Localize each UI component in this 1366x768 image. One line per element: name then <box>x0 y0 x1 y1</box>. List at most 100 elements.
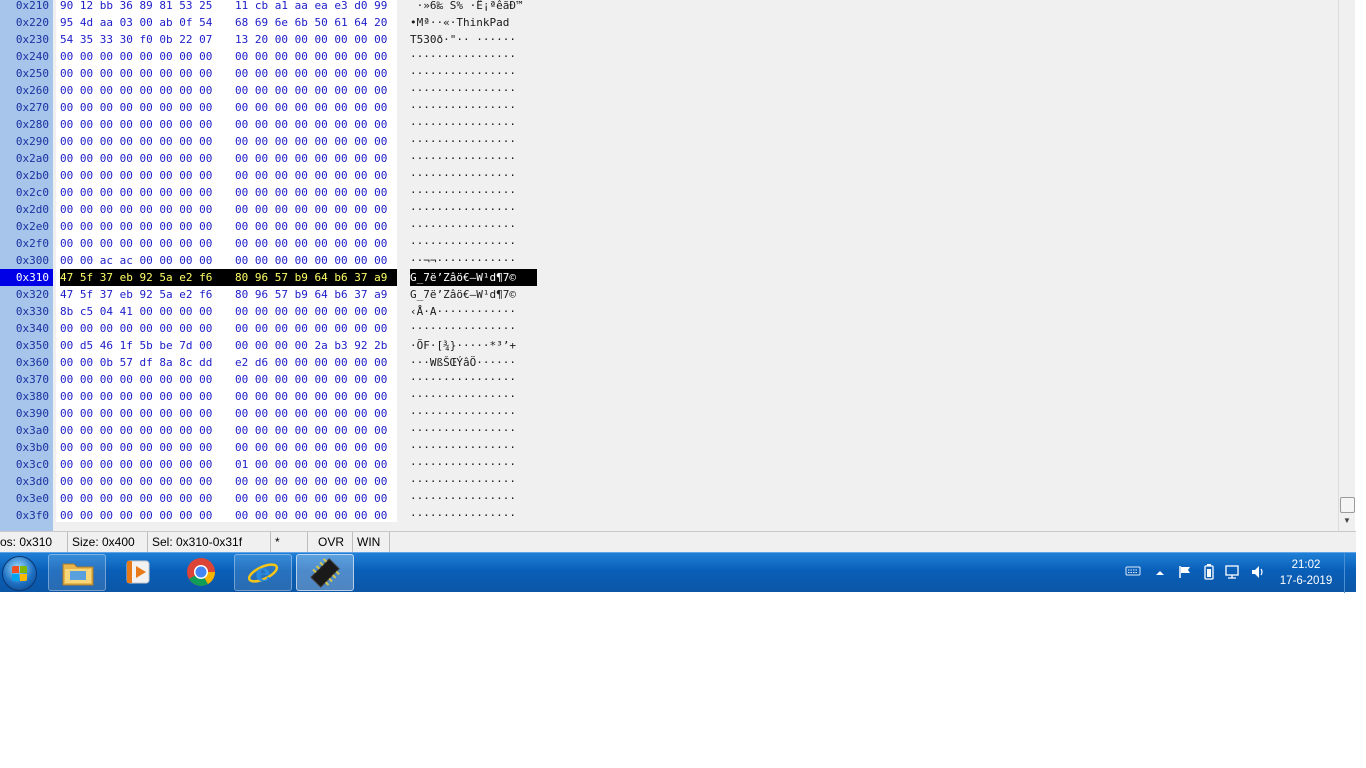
row-ascii[interactable]: ················ <box>410 473 516 490</box>
row-hex-bytes-1[interactable]: 90 12 bb 36 89 81 53 25 <box>60 0 212 14</box>
row-hex-bytes-2[interactable]: 00 00 00 00 00 00 00 00 <box>235 82 387 99</box>
hex-row[interactable]: 0x2d0 00 00 00 00 00 00 00 00 00 00 00 00 … <box>0 201 560 218</box>
row-hex-bytes-2[interactable]: 00 00 00 00 00 00 00 00 <box>235 439 387 456</box>
row-hex-bytes-2[interactable]: 00 00 00 00 00 00 00 00 <box>235 184 387 201</box>
row-hex-bytes-1[interactable]: 00 00 00 00 00 00 00 00 <box>60 48 212 65</box>
row-ascii[interactable]: ················ <box>410 422 516 439</box>
row-hex-bytes-2[interactable]: 00 00 00 00 00 00 00 00 <box>235 150 387 167</box>
row-hex-bytes-1[interactable]: 47 5f 37 eb 92 5a e2 f6 <box>60 269 212 286</box>
row-hex-bytes-1[interactable]: 00 00 00 00 00 00 00 00 <box>60 235 212 252</box>
hex-row[interactable]: 0x3e0 00 00 00 00 00 00 00 00 00 00 00 00 … <box>0 490 560 507</box>
hex-row[interactable]: 0x370 00 00 00 00 00 00 00 00 00 00 00 00 … <box>0 371 560 388</box>
row-ascii[interactable]: ·»6‰ S% ·Ë¡ªêãÐ™ <box>410 0 523 14</box>
row-hex-bytes-1[interactable]: 00 00 00 00 00 00 00 00 <box>60 82 212 99</box>
row-hex-bytes-1[interactable]: 00 00 00 00 00 00 00 00 <box>60 65 212 82</box>
row-ascii[interactable]: ················ <box>410 439 516 456</box>
hex-editor-view[interactable]: 0x210 90 12 bb 36 89 81 53 25 11 cb a1 aa … <box>0 0 1338 531</box>
row-ascii[interactable]: •Mª··«·ThinkPad <box>410 14 516 31</box>
volume-icon[interactable] <box>1250 564 1266 580</box>
row-ascii[interactable]: ‹Å·A············ <box>410 303 516 320</box>
hex-row[interactable]: 0x2b0 00 00 00 00 00 00 00 00 00 00 00 00 … <box>0 167 560 184</box>
row-hex-bytes-2[interactable]: 00 00 00 00 00 00 00 00 <box>235 507 387 524</box>
row-hex-bytes-1[interactable]: 00 00 00 00 00 00 00 00 <box>60 218 212 235</box>
row-hex-bytes-1[interactable]: 00 00 00 00 00 00 00 00 <box>60 116 212 133</box>
row-hex-bytes-1[interactable]: 00 00 00 00 00 00 00 00 <box>60 184 212 201</box>
hex-row[interactable]: 0x350 00 d5 46 1f 5b be 7d 00 00 00 00 00 … <box>0 337 560 354</box>
hex-row[interactable]: 0x380 00 00 00 00 00 00 00 00 00 00 00 00 … <box>0 388 560 405</box>
row-ascii[interactable]: ················ <box>410 320 516 337</box>
keyboard-icon[interactable] <box>1125 565 1141 577</box>
start-button[interactable] <box>0 554 40 592</box>
hex-row[interactable]: 0x230 54 35 33 30 f0 0b 22 07 13 20 00 00 … <box>0 31 560 48</box>
row-hex-bytes-2[interactable]: 80 96 57 b9 64 b6 37 a9 <box>235 286 387 303</box>
taskbar-file-explorer[interactable] <box>48 554 106 591</box>
row-ascii[interactable]: ················ <box>410 48 516 65</box>
row-hex-bytes-2[interactable]: 00 00 00 00 2a b3 92 2b <box>235 337 387 354</box>
scrollbar-thumb[interactable] <box>1340 497 1355 513</box>
row-ascii[interactable]: ················ <box>410 99 516 116</box>
row-hex-bytes-2[interactable]: 68 69 6e 6b 50 61 64 20 <box>235 14 387 31</box>
hex-row[interactable]: 0x3a0 00 00 00 00 00 00 00 00 00 00 00 00 … <box>0 422 560 439</box>
hex-row[interactable]: 0x2f0 00 00 00 00 00 00 00 00 00 00 00 00 … <box>0 235 560 252</box>
row-hex-bytes-1[interactable]: 95 4d aa 03 00 ab 0f 54 <box>60 14 212 31</box>
row-ascii[interactable]: ················ <box>410 388 516 405</box>
row-hex-bytes-2[interactable]: e2 d6 00 00 00 00 00 00 <box>235 354 387 371</box>
hex-row[interactable]: 0x3d0 00 00 00 00 00 00 00 00 00 00 00 00 … <box>0 473 560 490</box>
row-ascii[interactable]: ················ <box>410 133 516 150</box>
row-hex-bytes-1[interactable]: 00 00 00 00 00 00 00 00 <box>60 99 212 116</box>
row-hex-bytes-2[interactable]: 80 96 57 b9 64 b6 37 a9 <box>235 269 387 286</box>
row-ascii[interactable]: ················ <box>410 184 516 201</box>
row-hex-bytes-1[interactable]: 8b c5 04 41 00 00 00 00 <box>60 303 212 320</box>
network-icon[interactable] <box>1224 564 1242 580</box>
row-hex-bytes-1[interactable]: 54 35 33 30 f0 0b 22 07 <box>60 31 212 48</box>
row-hex-bytes-2[interactable]: 00 00 00 00 00 00 00 00 <box>235 218 387 235</box>
row-ascii[interactable]: ················ <box>410 82 516 99</box>
row-hex-bytes-2[interactable]: 00 00 00 00 00 00 00 00 <box>235 65 387 82</box>
row-ascii[interactable]: G_7ë’Zâö€–W¹d¶7© <box>410 269 516 286</box>
show-desktop-button[interactable] <box>1344 553 1356 593</box>
hex-row[interactable]: 0x220 95 4d aa 03 00 ab 0f 54 68 69 6e 6b … <box>0 14 560 31</box>
row-hex-bytes-2[interactable]: 00 00 00 00 00 00 00 00 <box>235 320 387 337</box>
row-hex-bytes-1[interactable]: 00 00 00 00 00 00 00 00 <box>60 150 212 167</box>
row-hex-bytes-2[interactable]: 00 00 00 00 00 00 00 00 <box>235 388 387 405</box>
row-hex-bytes-2[interactable]: 00 00 00 00 00 00 00 00 <box>235 48 387 65</box>
vertical-scrollbar[interactable]: ▼ <box>1338 0 1355 531</box>
hex-row[interactable]: 0x250 00 00 00 00 00 00 00 00 00 00 00 00 … <box>0 65 560 82</box>
row-hex-bytes-1[interactable]: 00 00 00 00 00 00 00 00 <box>60 507 212 524</box>
row-hex-bytes-2[interactable]: 13 20 00 00 00 00 00 00 <box>235 31 387 48</box>
row-hex-bytes-1[interactable]: 00 00 00 00 00 00 00 00 <box>60 473 212 490</box>
flag-icon[interactable] <box>1178 565 1192 579</box>
row-hex-bytes-2[interactable]: 00 00 00 00 00 00 00 00 <box>235 422 387 439</box>
row-hex-bytes-1[interactable]: 00 00 00 00 00 00 00 00 <box>60 371 212 388</box>
row-hex-bytes-2[interactable]: 00 00 00 00 00 00 00 00 <box>235 490 387 507</box>
hex-row[interactable]: 0x290 00 00 00 00 00 00 00 00 00 00 00 00 … <box>0 133 560 150</box>
taskbar-chrome[interactable] <box>172 554 230 591</box>
hex-row[interactable]: 0x3b0 00 00 00 00 00 00 00 00 00 00 00 00 … <box>0 439 560 456</box>
row-hex-bytes-1[interactable]: 00 00 00 00 00 00 00 00 <box>60 439 212 456</box>
row-hex-bytes-1[interactable]: 00 d5 46 1f 5b be 7d 00 <box>60 337 212 354</box>
hex-row[interactable]: 0x2c0 00 00 00 00 00 00 00 00 00 00 00 00 … <box>0 184 560 201</box>
row-ascii[interactable]: ··¬¬············ <box>410 252 516 269</box>
row-hex-bytes-1[interactable]: 00 00 00 00 00 00 00 00 <box>60 405 212 422</box>
taskbar-media-player[interactable] <box>110 554 168 591</box>
row-ascii[interactable]: ················ <box>410 507 516 524</box>
row-hex-bytes-1[interactable]: 00 00 00 00 00 00 00 00 <box>60 490 212 507</box>
hex-row[interactable]: 0x390 00 00 00 00 00 00 00 00 00 00 00 00 … <box>0 405 560 422</box>
hex-row[interactable]: 0x210 90 12 bb 36 89 81 53 25 11 cb a1 aa … <box>0 0 560 14</box>
row-ascii[interactable]: ················ <box>410 405 516 422</box>
hex-row[interactable]: 0x3c0 00 00 00 00 00 00 00 00 01 00 00 00 … <box>0 456 560 473</box>
hex-row[interactable]: 0x280 00 00 00 00 00 00 00 00 00 00 00 00 … <box>0 116 560 133</box>
row-hex-bytes-2[interactable]: 00 00 00 00 00 00 00 00 <box>235 201 387 218</box>
row-hex-bytes-1[interactable]: 00 00 00 00 00 00 00 00 <box>60 201 212 218</box>
battery-icon[interactable] <box>1204 564 1214 580</box>
row-ascii[interactable]: ···WßŠŒÝâÖ······ <box>410 354 516 371</box>
row-hex-bytes-2[interactable]: 00 00 00 00 00 00 00 00 <box>235 167 387 184</box>
row-hex-bytes-2[interactable]: 00 00 00 00 00 00 00 00 <box>235 371 387 388</box>
row-hex-bytes-1[interactable]: 47 5f 37 eb 92 5a e2 f6 <box>60 286 212 303</box>
hex-row[interactable]: 0x2a0 00 00 00 00 00 00 00 00 00 00 00 00 … <box>0 150 560 167</box>
hex-row[interactable]: 0x320 47 5f 37 eb 92 5a e2 f6 80 96 57 b9 … <box>0 286 560 303</box>
row-hex-bytes-2[interactable]: 11 cb a1 aa ea e3 d0 99 <box>235 0 387 14</box>
hex-row[interactable]: 0x270 00 00 00 00 00 00 00 00 00 00 00 00 … <box>0 99 560 116</box>
row-hex-bytes-2[interactable]: 01 00 00 00 00 00 00 00 <box>235 456 387 473</box>
hex-row[interactable]: 0x3f0 00 00 00 00 00 00 00 00 00 00 00 00 … <box>0 507 560 524</box>
